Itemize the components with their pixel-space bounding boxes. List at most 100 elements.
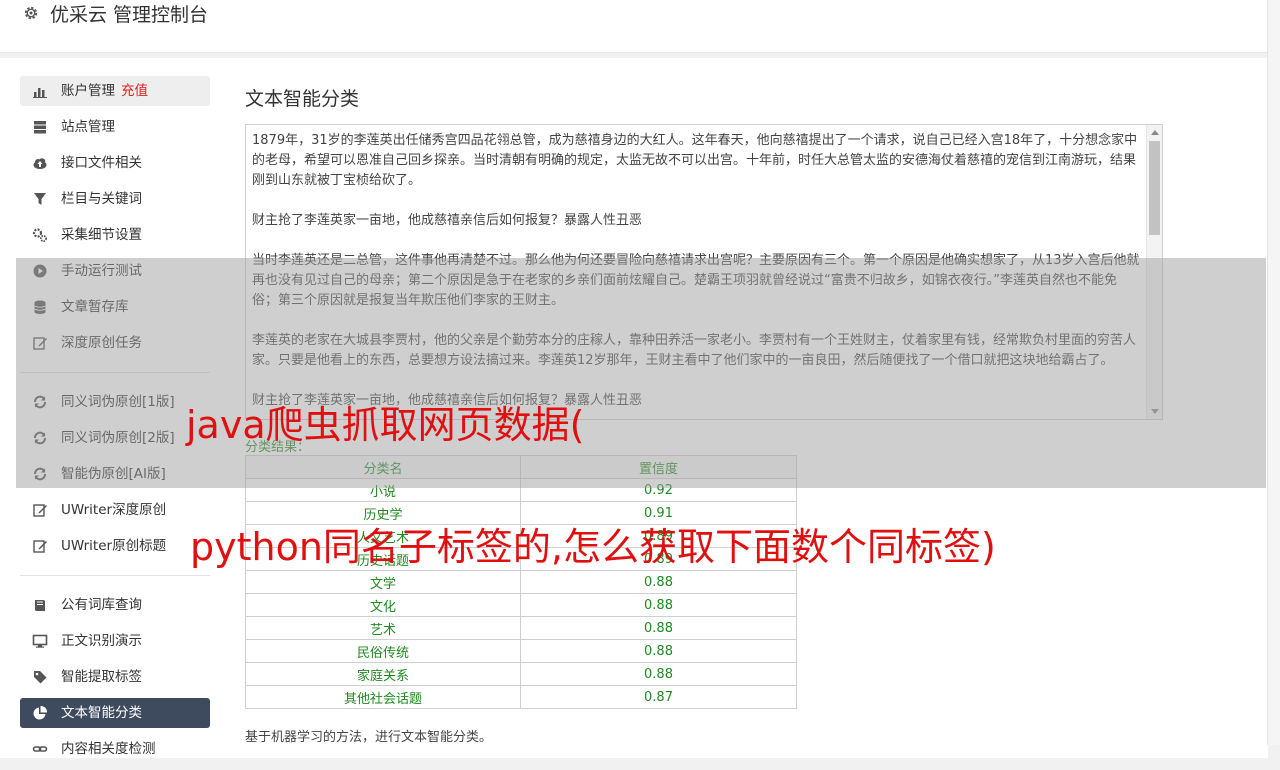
sidebar-item-label: 栏目与关键词 bbox=[61, 191, 142, 207]
sidebar-item-1-0[interactable]: 同义词伪原创[1版] bbox=[20, 387, 210, 417]
cloud-upload-icon bbox=[33, 158, 47, 169]
table-row: 小说 0.92 bbox=[245, 478, 797, 502]
sidebar-item-0-3[interactable]: 栏目与关键词 bbox=[20, 184, 210, 214]
sidebar-item-2-2[interactable]: 智能提取标签 bbox=[20, 662, 210, 692]
book-icon bbox=[35, 600, 45, 611]
category-cell: 历史学 bbox=[245, 501, 521, 525]
sidebar-item-0-1[interactable]: 站点管理 bbox=[20, 112, 210, 142]
sidebar-item-0-5[interactable]: 手动运行测试 bbox=[20, 256, 210, 286]
overlay-title-line-2: python同名子标签的,怎么获取下面数个同标签) bbox=[190, 525, 996, 569]
sidebar-item-2-3[interactable]: 文本智能分类 bbox=[20, 698, 210, 728]
sidebar-item-label: 同义词伪原创[1版] bbox=[61, 394, 175, 410]
confidence-cell: 0.92 bbox=[520, 478, 797, 502]
table-row: 文化 0.88 bbox=[245, 593, 797, 617]
sidebar-item-label: 账户管理 bbox=[61, 83, 115, 99]
edit-icon bbox=[33, 337, 47, 350]
sidebar-item-2-0[interactable]: 公有词库查询 bbox=[20, 590, 210, 620]
sidebar-item-2-4[interactable]: 内容相关度检测 bbox=[20, 734, 210, 764]
confidence-cell: 0.88 bbox=[520, 639, 797, 663]
table-header-row: 分类名 置信度 bbox=[245, 455, 797, 479]
page-title: 文本智能分类 bbox=[245, 88, 360, 110]
monitor-icon bbox=[32, 634, 48, 648]
play-icon bbox=[33, 264, 47, 278]
filter-icon bbox=[34, 193, 46, 205]
sidebar-item-0-0[interactable]: 账户管理 充值 bbox=[20, 76, 210, 106]
confidence-cell: 0.88 bbox=[520, 593, 797, 617]
text-paragraph: 财主抢了李莲英家一亩地，他成慈禧亲信后如何报复？暴露人性丑恶 bbox=[252, 213, 643, 228]
category-cell: 艺术 bbox=[245, 616, 521, 640]
text-input-area[interactable]: 1879年，31岁的李莲英出任储秀宫四品花翎总管，成为慈禧身边的大红人。这年春天… bbox=[245, 124, 1163, 420]
sidebar-item-0-6[interactable]: 文章暂存库 bbox=[20, 292, 210, 322]
sidebar-item-2-1[interactable]: 正文识别演示 bbox=[20, 626, 210, 656]
sidebar: 账户管理 充值 站点管理 接口文件相关 栏目与关键词 采集细节设置 手动运行测试 文章暂存库深… bbox=[20, 76, 210, 770]
text-paragraph: 当时李莲英还是二总管，这件事他再清楚不过。那么他为何还要冒险向慈禧请求出宫呢？主… bbox=[252, 253, 1140, 308]
column-header-category: 分类名 bbox=[245, 455, 521, 479]
text-content[interactable]: 1879年，31岁的李莲英出任储秀宫四品花翎总管，成为慈禧身边的大红人。这年春天… bbox=[252, 131, 1140, 419]
column-header-confidence: 置信度 bbox=[520, 455, 797, 479]
sidebar-item-label: 公有词库查询 bbox=[61, 597, 142, 613]
gear-icon bbox=[24, 6, 38, 20]
text-paragraph: 1879年，31岁的李莲英出任储秀宫四品花翎总管，成为慈禧身边的大红人。这年春天… bbox=[252, 133, 1138, 188]
recharge-link[interactable]: 充值 bbox=[121, 76, 148, 106]
bar-chart-icon bbox=[33, 88, 47, 98]
category-cell: 其他社会话题 bbox=[245, 685, 521, 709]
scroll-up-icon[interactable] bbox=[1151, 130, 1159, 135]
textbox-scrollbar[interactable] bbox=[1146, 125, 1162, 419]
sidebar-item-label: 文本智能分类 bbox=[61, 705, 142, 721]
sidebar-item-1-3[interactable]: UWriter深度原创 bbox=[20, 495, 210, 525]
table-row: 民俗传统 0.88 bbox=[245, 639, 797, 663]
sidebar-item-label: 接口文件相关 bbox=[61, 155, 142, 171]
sidebar-item-1-1[interactable]: 同义词伪原创[2版] bbox=[20, 423, 210, 453]
table-row: 历史学 0.91 bbox=[245, 501, 797, 525]
category-cell: 文化 bbox=[245, 593, 521, 617]
category-cell: 文学 bbox=[245, 570, 521, 594]
scroll-thumb[interactable] bbox=[1149, 141, 1160, 235]
tag-icon bbox=[34, 671, 47, 684]
refresh-icon bbox=[34, 431, 46, 445]
sidebar-item-label: 手动运行测试 bbox=[61, 263, 142, 279]
sidebar-item-label: 内容相关度检测 bbox=[61, 741, 156, 757]
sidebar-item-label: 深度原创任务 bbox=[61, 335, 142, 351]
result-table: 分类名 置信度 小说 0.92 历史学 0.91 人文艺术 0.89 历史话题 0.89 文学 0… bbox=[245, 455, 797, 709]
overlay-title-line-1: java爬虫抓取网页数据( bbox=[186, 403, 585, 447]
sidebar-item-label: 采集细节设置 bbox=[61, 227, 142, 243]
table-row: 艺术 0.88 bbox=[245, 616, 797, 640]
sidebar-item-1-2[interactable]: 智能伪原创[AI版] bbox=[20, 459, 210, 489]
scroll-down-icon[interactable] bbox=[1151, 409, 1159, 414]
sidebar-divider bbox=[20, 575, 210, 576]
confidence-cell: 0.88 bbox=[520, 662, 797, 686]
confidence-cell: 0.87 bbox=[520, 685, 797, 709]
sidebar-divider bbox=[20, 372, 210, 373]
page-scrollbar[interactable] bbox=[1267, 0, 1280, 745]
sidebar-item-0-7[interactable]: 深度原创任务 bbox=[20, 328, 210, 358]
top-bar: 优采云 管理控制台 bbox=[0, 0, 1268, 53]
sidebar-item-1-4[interactable]: UWriter原创标题 bbox=[20, 531, 210, 561]
text-paragraph: 李莲英的老家在大城县李贾村，他的父亲是个勤劳本分的庄稼人，靠种田养活一家老小。李… bbox=[252, 333, 1137, 368]
footer-note: 基于机器学习的方法，进行文本智能分类。 bbox=[245, 730, 493, 745]
refresh-icon bbox=[34, 395, 46, 409]
confidence-cell: 0.91 bbox=[520, 501, 797, 525]
sidebar-item-0-2[interactable]: 接口文件相关 bbox=[20, 148, 210, 178]
sidebar-item-label: 正文识别演示 bbox=[61, 633, 142, 649]
link-icon bbox=[32, 746, 48, 752]
database-icon bbox=[34, 300, 46, 314]
app-title: 优采云 管理控制台 bbox=[50, 4, 209, 26]
pie-chart-icon bbox=[33, 705, 48, 720]
table-row: 家庭关系 0.88 bbox=[245, 662, 797, 686]
category-cell: 民俗传统 bbox=[245, 639, 521, 663]
sidebar-item-0-4[interactable]: 采集细节设置 bbox=[20, 220, 210, 250]
category-cell: 家庭关系 bbox=[245, 662, 521, 686]
refresh-icon bbox=[34, 467, 46, 481]
sidebar-item-label: 同义词伪原创[2版] bbox=[61, 430, 175, 446]
confidence-cell: 0.88 bbox=[520, 616, 797, 640]
sidebar-item-label: 站点管理 bbox=[61, 119, 115, 135]
sidebar-item-label: 文章暂存库 bbox=[61, 299, 129, 315]
edit-icon bbox=[33, 504, 47, 517]
category-cell: 小说 bbox=[245, 478, 521, 502]
sidebar-item-label: UWriter深度原创 bbox=[61, 502, 167, 518]
sidebar-item-label: 智能提取标签 bbox=[61, 669, 142, 685]
server-icon bbox=[34, 121, 46, 134]
table-row: 文学 0.88 bbox=[245, 570, 797, 594]
sidebar-item-label: 智能伪原创[AI版] bbox=[61, 466, 166, 482]
sidebar-item-label: UWriter原创标题 bbox=[61, 538, 167, 554]
